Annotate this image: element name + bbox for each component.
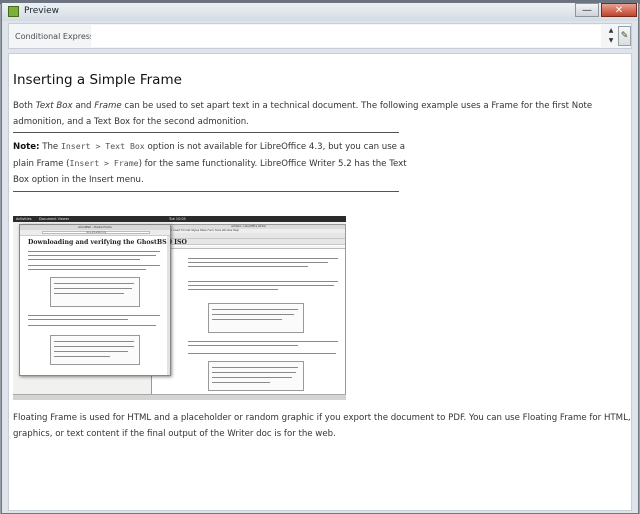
screenshot-text-line: [28, 325, 156, 326]
intro-text-1: Both: [13, 101, 36, 111]
screenshot-text-line: [212, 319, 282, 320]
screenshot-text-line: [54, 346, 134, 347]
screenshot-text-line: [28, 319, 128, 320]
screenshot-text-line: [28, 315, 160, 316]
intro-italic-frame: Frame: [94, 101, 122, 111]
intro-text-2: and: [72, 101, 95, 111]
note-top-rule: [13, 132, 399, 133]
note-code-textbox: Insert > Text Box: [60, 141, 145, 151]
screenshot-text-line: [188, 341, 338, 342]
screenshot-scrollbar: [167, 236, 170, 375]
screenshot-statusbar: [13, 394, 346, 400]
note-admonition: Note: The Insert > Text Box option is no…: [13, 138, 413, 188]
spin-up-icon[interactable]: ▲: [606, 26, 616, 36]
note-label: Note:: [13, 142, 40, 152]
screenshot-text-line: [54, 283, 134, 284]
edit-expression-button[interactable]: ✎: [618, 26, 631, 46]
screenshot-text-line: [28, 255, 156, 256]
closing-paragraph: Floating Frame is used for HTML and a pl…: [13, 413, 631, 439]
screenshot-text-line: [28, 259, 140, 260]
screenshot-text-line: [188, 262, 328, 263]
window-title: Preview: [24, 6, 60, 16]
screenshot-text-line: [212, 372, 296, 373]
intro-paragraph: Both Text Box and Frame can be used to s…: [13, 98, 629, 130]
screenshot-text-line: [54, 293, 124, 294]
spin-down-icon[interactable]: ▼: [606, 36, 616, 46]
screenshot-textbox-box: [208, 361, 304, 391]
note-code-frame: Insert > Frame: [69, 158, 139, 168]
screenshot-text-line: [28, 251, 160, 252]
expression-spinner[interactable]: ▲ ▼: [606, 26, 616, 46]
conditional-expression-input[interactable]: [91, 25, 601, 47]
screenshot-text-line: [188, 266, 308, 267]
screenshot-text-line: [212, 314, 294, 315]
minimize-button[interactable]: —: [575, 3, 599, 17]
note-bottom-rule: [13, 191, 399, 192]
screenshot-text-line: [188, 289, 278, 290]
section-heading: Inserting a Simple Frame: [13, 72, 182, 88]
screenshot-clock: Tue 10:05: [169, 217, 186, 221]
screenshot-frame-box: [208, 303, 304, 333]
screenshot-text-line: [188, 281, 338, 282]
screenshot-taskbar: Activities Document Viewer Tue 10:05: [13, 216, 346, 222]
screenshot-ruler: [152, 246, 345, 249]
screenshot-text-line: [188, 285, 334, 286]
title-bar[interactable]: Preview — ✕: [2, 3, 638, 21]
screenshot-text-line: [212, 382, 270, 383]
screenshot-browser-window: GhostBSD - Mozilla Firefox docs.ghostbsd…: [19, 224, 187, 376]
screenshot-text-line: [28, 265, 160, 266]
screenshot-text-line: [188, 258, 338, 259]
screenshot-writer-window: untitled - LibreOffice Writer File Edit …: [151, 224, 346, 396]
conditional-expression-bar: Conditional Expression: ▲ ▼ ✎: [8, 23, 632, 49]
screenshot-doc-heading: Downloading and verifying the GhostBSD I…: [28, 239, 187, 246]
preview-content: Inserting a Simple Frame Both Text Box a…: [8, 53, 632, 511]
screenshot-text-line: [54, 356, 110, 357]
note-text-1: The: [39, 142, 61, 152]
screenshot-text-line: [212, 309, 298, 310]
screenshot-text-line: [212, 367, 298, 368]
screenshot-text-line: [54, 351, 128, 352]
screenshot-note-box: [50, 335, 140, 365]
intro-italic-textbox: Text Box: [35, 101, 73, 111]
screenshot-url-bar: docs.ghostbsd.org: [20, 230, 170, 236]
screenshot-text-line: [188, 345, 298, 346]
app-icon: [8, 6, 19, 17]
preview-window: Preview — ✕ Conditional Expression: ▲ ▼ …: [1, 2, 639, 514]
screenshot-url: docs.ghostbsd.org: [42, 231, 150, 234]
pencil-icon: ✎: [620, 31, 629, 41]
screenshot-text-line: [28, 269, 146, 270]
embedded-screenshot: Activities Document Viewer Tue 10:05 unt…: [13, 216, 346, 400]
screenshot-app-name: Document Viewer: [39, 217, 70, 221]
screenshot-text-line: [54, 288, 132, 289]
screenshot-note-box: [50, 277, 140, 307]
screenshot-text-line: [188, 353, 336, 354]
screenshot-activities: Activities: [16, 217, 32, 221]
close-button[interactable]: ✕: [601, 3, 637, 17]
screenshot-text-line: [54, 341, 134, 342]
screenshot-text-line: [212, 377, 292, 378]
